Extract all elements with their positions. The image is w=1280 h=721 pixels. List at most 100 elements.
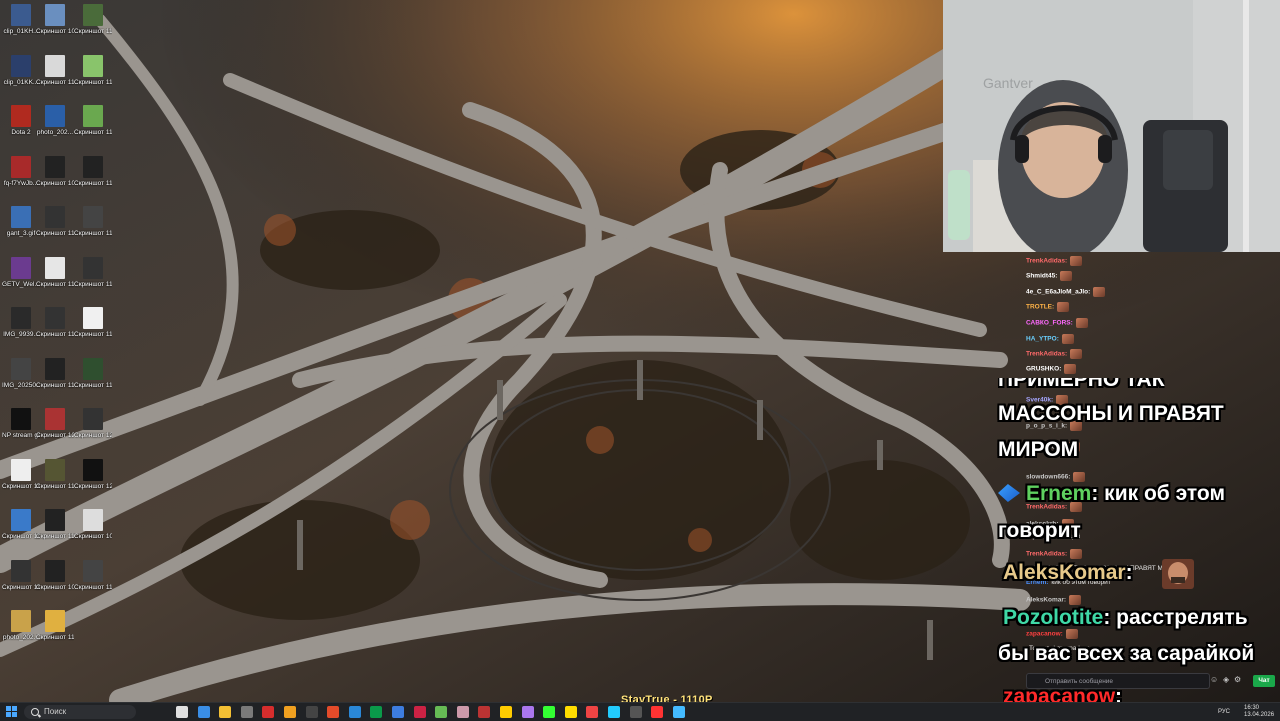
desktop-icon-label: Скриншот 11-04-20...: [36, 78, 74, 86]
desktop-icon-label: NP stream ganter...: [2, 432, 40, 439]
chat-username[interactable]: GRUSHKO:: [1026, 366, 1061, 373]
file-thumbnail-icon: [11, 559, 31, 582]
desktop-icon[interactable]: Скриншот 11-04-20...: [74, 256, 112, 288]
taskbar-app-icon[interactable]: [262, 706, 275, 718]
start-button[interactable]: [6, 706, 18, 718]
taskbar-app-icon[interactable]: [629, 706, 642, 718]
desktop-icon[interactable]: NP stream ganter...: [2, 408, 40, 439]
taskbar-app-icon[interactable]: [327, 706, 340, 718]
chat-username[interactable]: HA_YTPO:: [1026, 336, 1059, 343]
language-indicator[interactable]: РУС: [1218, 709, 1230, 715]
desktop-icon[interactable]: GETV_Wel... 2_ganter...: [2, 256, 40, 288]
taskbar-app-icon[interactable]: [651, 706, 664, 718]
taskbar-app-icon[interactable]: [543, 706, 556, 718]
desktop-icon[interactable]: Скриншот 11-04-20...: [36, 610, 74, 641]
chat-send-button[interactable]: Чат: [1253, 675, 1275, 687]
webcam-feed: Gantver: [943, 0, 1280, 252]
chat-username[interactable]: САВКО_FORS:: [1026, 320, 1073, 327]
taskbar-app-icon[interactable]: [370, 706, 383, 718]
taskbar-app-icon[interactable]: [240, 706, 253, 718]
chat-username[interactable]: TrenkAdidas:: [1026, 551, 1067, 558]
desktop-icon[interactable]: Скриншот 12-04-20...: [36, 408, 74, 439]
overlay-message-1-line3: МИРОМ: [998, 438, 1079, 461]
emote-icon: [1070, 349, 1083, 359]
desktop-icon[interactable]: IMG_9939...: [2, 307, 40, 338]
desktop-icon[interactable]: Скриншот 11-04-20...: [74, 4, 112, 35]
desktop-icon[interactable]: Скриншот 11-04-20...: [74, 155, 112, 187]
desktop-icon[interactable]: Скриншот 11-04-20...: [74, 206, 112, 237]
desktop-icon[interactable]: Скриншот 11-04-20...: [36, 509, 74, 540]
clock-date[interactable]: 13.04.2026: [1244, 712, 1274, 718]
desktop-icon[interactable]: Скриншот 11-04-20...: [74, 357, 112, 389]
desktop-icon[interactable]: photo_202...: [2, 610, 40, 641]
desktop-icon[interactable]: Скриншот 11-04-20...: [36, 357, 74, 389]
desktop-icon[interactable]: Скриншот 11-04-20...: [74, 105, 112, 136]
desktop-icon[interactable]: Скриншот 11-04-20...: [2, 458, 40, 490]
emote-icon[interactable]: ☺: [1210, 676, 1218, 684]
chat-username[interactable]: TrenkAdidas:: [1026, 258, 1067, 265]
desktop-icon[interactable]: Скриншот 12-04-20...: [74, 408, 112, 439]
taskbar-app-icon[interactable]: [219, 706, 232, 718]
desktop-icon[interactable]: photo_202...: [36, 105, 74, 136]
file-thumbnail-icon: [11, 408, 31, 430]
desktop-icon[interactable]: Dota 2: [2, 105, 40, 136]
desktop-icon[interactable]: Скриншот 10-04-20...: [74, 509, 112, 540]
taskbar-app-icon[interactable]: [197, 706, 210, 718]
chat-username[interactable]: AleksKomar:: [1026, 597, 1066, 604]
taskbar: Поиск РУС 16:30 13.04.2026: [0, 702, 1280, 721]
taskbar-app-icon[interactable]: [672, 706, 685, 718]
desktop-icon[interactable]: Скриншот 10-04-20...: [36, 4, 74, 35]
taskbar-app-icon[interactable]: [456, 706, 469, 718]
file-thumbnail-icon: [83, 54, 103, 77]
desktop-icon[interactable]: Скриншот 11-04-20...: [36, 206, 74, 237]
desktop-icon[interactable]: gant_3.gif: [2, 206, 40, 237]
desktop-icon[interactable]: Скриншот 10-04-20...: [36, 559, 74, 591]
taskbar-app-icon[interactable]: [348, 706, 361, 718]
desktop-icon[interactable]: Скриншот 10-04-20...: [2, 509, 40, 540]
chat-username[interactable]: TrenkAdidas:: [1026, 351, 1067, 358]
desktop-icon[interactable]: Скриншот 11-04-20...: [74, 307, 112, 338]
taskbar-app-icon[interactable]: [478, 706, 491, 718]
settings-icon[interactable]: ⚙: [1234, 676, 1242, 684]
taskbar-app-icon[interactable]: [176, 706, 188, 718]
desktop-icon[interactable]: Скриншот 11-04-20...: [36, 54, 74, 86]
desktop-icon[interactable]: Скриншот 11-04-20...: [36, 307, 74, 338]
desktop-icon[interactable]: IMG_20250...: [2, 357, 40, 389]
taskbar-search-input[interactable]: Поиск: [24, 705, 136, 719]
taskbar-app-icon[interactable]: [608, 706, 620, 718]
desktop-icon[interactable]: Скриншот 12-04-20...: [74, 458, 112, 490]
desktop-icon-label: gant_3.gif: [6, 230, 36, 237]
desktop-icon[interactable]: Скриншот 11-04-20...: [36, 458, 74, 490]
points-icon[interactable]: ◈: [1223, 676, 1231, 684]
desktop-icon[interactable]: Скриншот 11-04-20...: [2, 559, 40, 591]
chat-username[interactable]: TROTLE:: [1026, 304, 1054, 311]
chat-username[interactable]: 4e_C_E6aJloM_aJlo:: [1026, 289, 1090, 296]
taskbar-app-icon[interactable]: [500, 706, 512, 718]
taskbar-app-icon[interactable]: [435, 706, 448, 718]
chat-username[interactable]: Shmidt45:: [1026, 273, 1057, 280]
taskbar-app-icon[interactable]: [521, 706, 534, 718]
file-thumbnail-icon: [11, 357, 31, 380]
desktop-icon[interactable]: Скриншот 11-04-20...: [74, 559, 112, 591]
desktop-icon[interactable]: fq-f7YwJb...: [2, 155, 40, 187]
file-thumbnail-icon: [83, 155, 103, 178]
desktop-icon[interactable]: clip_01KK...: [2, 54, 40, 86]
chat-username[interactable]: zapacanow:: [1026, 631, 1063, 638]
desktop-icon-label: Скриншот 11-04-20...: [36, 280, 74, 288]
file-thumbnail-icon: [45, 408, 65, 430]
taskbar-app-icon[interactable]: [392, 706, 404, 718]
taskbar-app-icon[interactable]: [564, 706, 577, 718]
desktop-icon[interactable]: Скриншот 10-04-20...: [36, 155, 74, 187]
taskbar-app-icon[interactable]: [305, 706, 318, 718]
chat-username[interactable]: slowdown666:: [1026, 474, 1070, 481]
clock-time[interactable]: 16:30: [1244, 705, 1259, 711]
desktop-icon-label: Скриншот 10-04-20...: [74, 533, 112, 540]
taskbar-app-icon[interactable]: [586, 706, 599, 718]
desktop-icon-label: photo_202...: [2, 634, 40, 641]
desktop-icon[interactable]: Скриншот 11-04-20...: [74, 54, 112, 86]
taskbar-app-icon[interactable]: [413, 706, 426, 718]
desktop-icon[interactable]: clip_01KH...: [2, 4, 40, 35]
taskbar-app-icon[interactable]: [284, 706, 296, 718]
file-thumbnail-icon: [83, 307, 103, 329]
desktop-icon[interactable]: Скриншот 11-04-20...: [36, 256, 74, 288]
